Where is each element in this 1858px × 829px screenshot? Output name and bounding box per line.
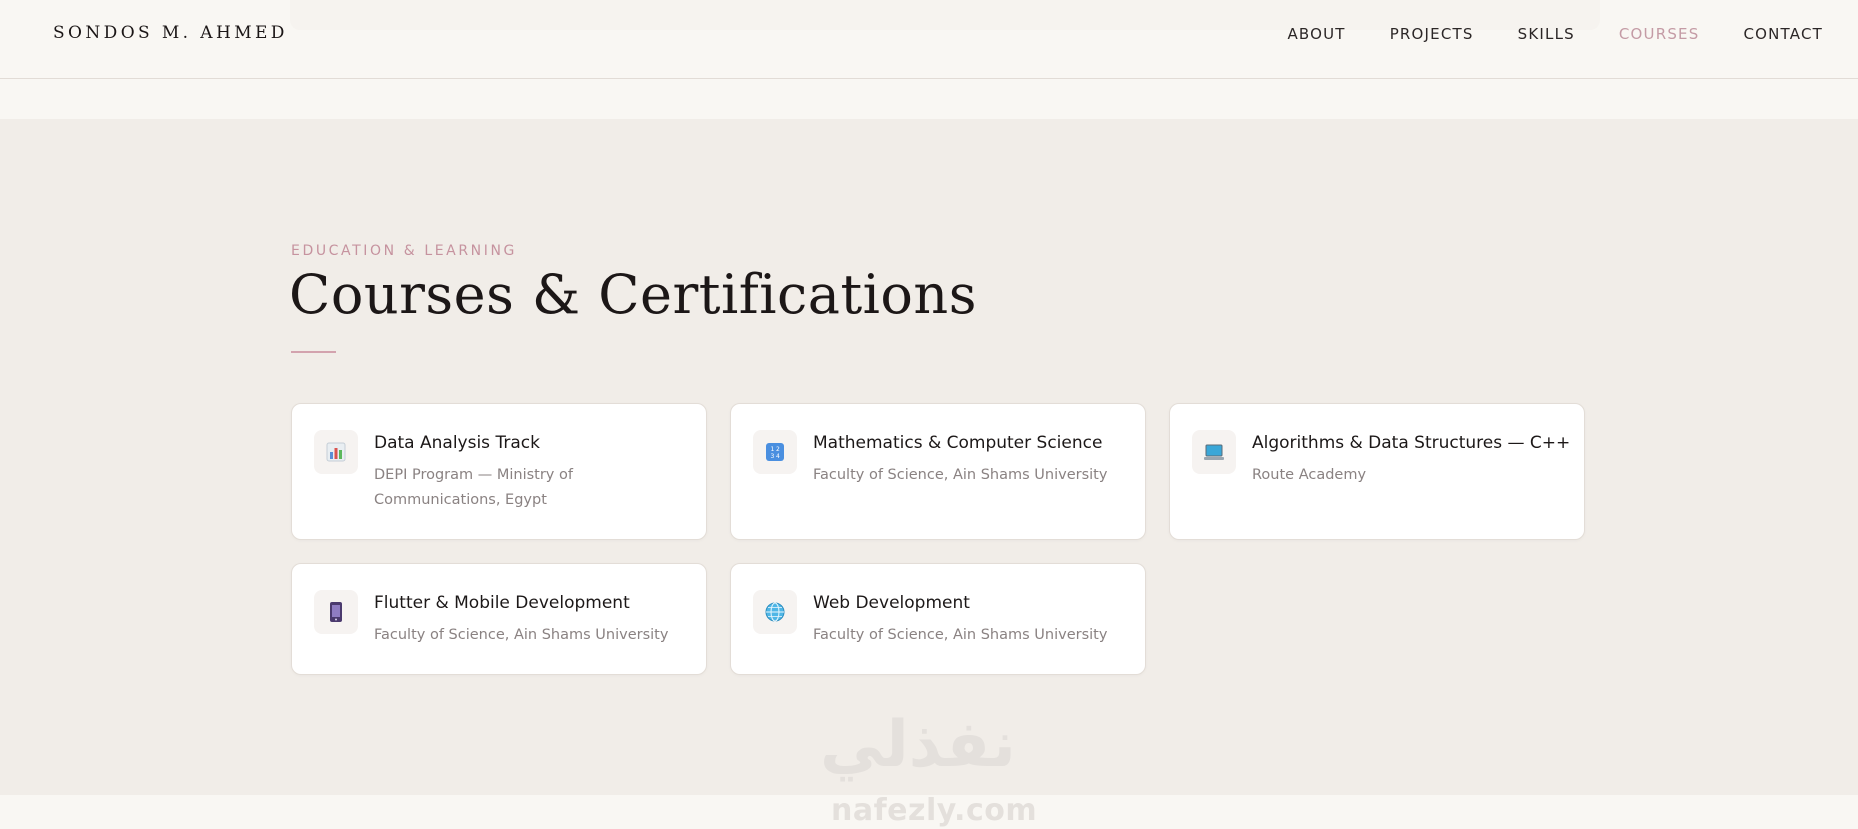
course-card: Web Development Faculty of Science, Ain … <box>730 563 1146 675</box>
svg-text:2: 2 <box>776 446 780 453</box>
mobile-phone-icon <box>314 590 358 634</box>
site-header: SONDOS M. AHMED ABOUT PROJECTS SKILLS CO… <box>0 0 1858 79</box>
course-card: Data Analysis Track DEPI Program — Minis… <box>291 403 707 540</box>
section-eyebrow: EDUCATION & LEARNING <box>291 243 518 259</box>
course-card: Algorithms & Data Structures — C++ Route… <box>1169 403 1585 540</box>
course-provider: DEPI Program — Ministry of Communication… <box>374 467 573 508</box>
svg-text:4: 4 <box>776 453 780 460</box>
watermark-arabic: نفذلي <box>820 708 1016 782</box>
nav-item-courses[interactable]: COURSES <box>1619 25 1700 43</box>
svg-text:1: 1 <box>771 446 775 453</box>
course-title: Data Analysis Track <box>374 433 540 453</box>
main-nav: ABOUT PROJECTS SKILLS COURSES CONTACT <box>1287 25 1823 43</box>
course-title: Algorithms & Data Structures — C++ <box>1252 433 1571 453</box>
laptop-icon <box>1192 430 1236 474</box>
nav-item-projects[interactable]: PROJECTS <box>1390 25 1474 43</box>
bar-chart-icon <box>314 430 358 474</box>
globe-icon <box>753 590 797 634</box>
svg-text:3: 3 <box>771 453 775 460</box>
section-title: Courses & Certifications <box>289 263 977 326</box>
course-provider: Faculty of Science, Ain Shams University <box>813 627 1108 643</box>
nav-item-skills[interactable]: SKILLS <box>1518 25 1575 43</box>
course-title: Flutter & Mobile Development <box>374 593 630 613</box>
course-title: Mathematics & Computer Science <box>813 433 1103 453</box>
course-card: Flutter & Mobile Development Faculty of … <box>291 563 707 675</box>
course-provider: Route Academy <box>1252 467 1367 483</box>
title-underline <box>291 351 336 353</box>
course-card: 1 2 3 4 Mathematics & Computer Science F… <box>730 403 1146 540</box>
site-brand[interactable]: SONDOS M. AHMED <box>53 23 288 43</box>
watermark-url: nafezly.com <box>831 793 1038 828</box>
course-provider: Faculty of Science, Ain Shams University <box>374 627 669 643</box>
course-title: Web Development <box>813 593 970 613</box>
courses-section: EDUCATION & LEARNING Courses & Certifica… <box>0 119 1858 795</box>
course-provider: Faculty of Science, Ain Shams University <box>813 467 1108 483</box>
nav-item-about[interactable]: ABOUT <box>1287 25 1345 43</box>
numbers-icon: 1 2 3 4 <box>753 430 797 474</box>
nav-item-contact[interactable]: CONTACT <box>1743 25 1823 43</box>
